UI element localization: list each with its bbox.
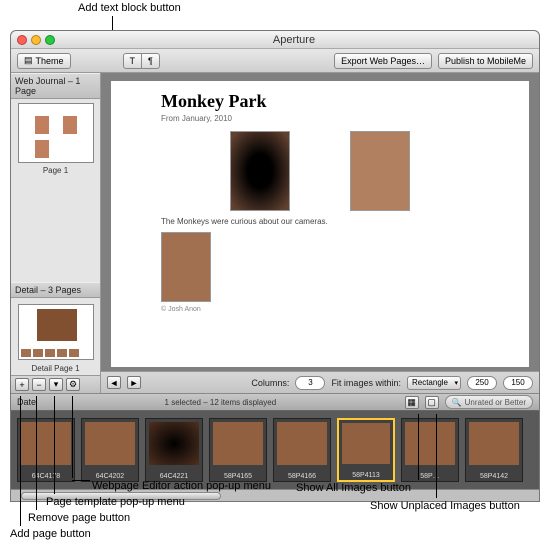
annotation-add-text-block: Add text block button <box>78 2 181 14</box>
search-icon: 🔍 <box>452 398 462 407</box>
theme-button[interactable]: ▤ Theme <box>17 53 71 69</box>
page-canvas[interactable]: Monkey Park From January, 2010 The Monke… <box>111 81 529 367</box>
annotation-page-template: Page template pop-up menu <box>46 496 185 508</box>
canvas: Monkey Park From January, 2010 The Monke… <box>101 73 539 393</box>
annotation-remove-page: Remove page button <box>28 512 130 524</box>
filmstrip-thumb[interactable]: 64C4178 <box>17 418 75 482</box>
publish-mobileme-button[interactable]: Publish to MobileMe <box>438 53 533 69</box>
page-title: Monkey Park <box>161 91 479 112</box>
theme-icon: ▤ <box>24 55 33 66</box>
add-page-button[interactable]: + <box>15 378 29 391</box>
detail-header: Detail – 3 Pages <box>11 282 100 298</box>
photo-caption: The Monkeys were curious about our camer… <box>161 217 479 226</box>
filmstrip-thumb[interactable]: 58P4165 <box>209 418 267 482</box>
copyright: © Josh Anon <box>161 306 479 313</box>
columns-input[interactable]: 3 <box>295 376 325 390</box>
filmstrip-thumb-selected[interactable]: 58P4113 <box>337 418 395 482</box>
photo-row <box>161 131 479 211</box>
mini-photo-icon <box>35 140 49 158</box>
remove-page-button[interactable]: − <box>32 378 46 391</box>
placed-photo[interactable] <box>350 131 410 211</box>
show-all-images-button[interactable]: ▦ <box>405 396 419 409</box>
minimize-icon[interactable] <box>31 35 41 45</box>
annotation-add-page: Add page button <box>10 528 91 540</box>
text-block-segment: T ¶ <box>123 53 160 69</box>
toolbar: ▤ Theme T ¶ Export Web Pages… Publish to… <box>11 49 539 73</box>
titlebar: Aperture <box>11 31 539 49</box>
annotation-show-unplaced: Show Unplaced Images button <box>370 500 520 512</box>
fit-height-input[interactable]: 150 <box>503 376 533 390</box>
page-thumbnail-1[interactable] <box>18 103 94 163</box>
annotation-line <box>72 480 90 481</box>
detail-thumb-label: Detail Page 1 <box>11 364 100 373</box>
export-web-pages-button[interactable]: Export Web Pages… <box>334 53 432 69</box>
next-page-button[interactable]: ► <box>127 376 141 389</box>
filmstrip-thumb[interactable]: 58P4166 <box>273 418 331 482</box>
mini-photo-icon <box>35 116 49 134</box>
page-thumb-label: Page 1 <box>15 166 96 175</box>
web-journal-header: Web Journal – 1 Page <box>11 73 100 99</box>
filmstrip-status: 1 selected – 12 items displayed <box>42 398 399 407</box>
fit-label: Fit images within: <box>331 378 401 388</box>
webpage-editor-action-menu[interactable]: ⚙ <box>66 378 80 391</box>
annotation-line <box>20 396 21 526</box>
filmstrip-thumb[interactable]: 58P4142 <box>465 418 523 482</box>
filmstrip-thumb[interactable]: 58P… <box>401 418 459 482</box>
app-window: Aperture ▤ Theme T ¶ Export Web Pages… P… <box>10 30 540 502</box>
filmstrip-thumb[interactable]: 64C4221 <box>145 418 203 482</box>
zoom-icon[interactable] <box>45 35 55 45</box>
annotation-show-all: Show All Images button <box>296 482 411 494</box>
sidebar: Web Journal – 1 Page Page 1 Detail – 3 P… <box>11 73 101 393</box>
annotation-line <box>36 396 37 510</box>
annotation-line <box>54 396 55 494</box>
canvas-footer: ◄ ► Columns: 3 Fit images within: Rectan… <box>101 371 539 393</box>
main-body: Web Journal – 1 Page Page 1 Detail – 3 P… <box>11 73 539 393</box>
page-date: From January, 2010 <box>161 114 479 123</box>
add-text-block-button[interactable]: T <box>123 53 143 69</box>
mini-photo-icon <box>37 309 77 341</box>
close-icon[interactable] <box>17 35 27 45</box>
fit-shape-select[interactable]: Rectangle <box>407 376 461 390</box>
mini-photo-icon <box>63 116 77 134</box>
prev-page-button[interactable]: ◄ <box>107 376 121 389</box>
annotation-line <box>418 414 419 480</box>
filter-pill[interactable]: 🔍 Unrated or Better <box>445 395 533 409</box>
show-unplaced-images-button[interactable]: ▢ <box>425 396 439 409</box>
page-thumbnails: Page 1 <box>11 99 100 282</box>
filmstrip-bar: Date 1 selected – 12 items displayed ▦ ▢… <box>11 393 539 411</box>
mini-strip <box>21 349 91 357</box>
window-title: Aperture <box>55 34 533 46</box>
filmstrip[interactable]: 64C4178 64C4202 64C4221 58P4165 58P4166 … <box>11 411 539 489</box>
annotation-line <box>436 414 437 498</box>
page-template-menu[interactable]: ▾ <box>49 378 63 391</box>
fit-width-input[interactable]: 250 <box>467 376 497 390</box>
annotation-webpage-editor: Webpage Editor action pop-up menu <box>92 480 271 492</box>
placed-photo[interactable] <box>230 131 290 211</box>
placed-photo[interactable] <box>161 232 211 302</box>
sidebar-footer: + − ▾ ⚙ <box>11 375 100 393</box>
window-controls[interactable] <box>17 35 55 45</box>
filmstrip-area: Date 1 selected – 12 items displayed ▦ ▢… <box>11 393 539 501</box>
text-block-style-button[interactable]: ¶ <box>142 53 160 69</box>
filmstrip-thumb[interactable]: 64C4202 <box>81 418 139 482</box>
annotation-line <box>72 396 73 478</box>
columns-label: Columns: <box>251 378 289 388</box>
detail-thumbnail[interactable] <box>18 304 94 360</box>
